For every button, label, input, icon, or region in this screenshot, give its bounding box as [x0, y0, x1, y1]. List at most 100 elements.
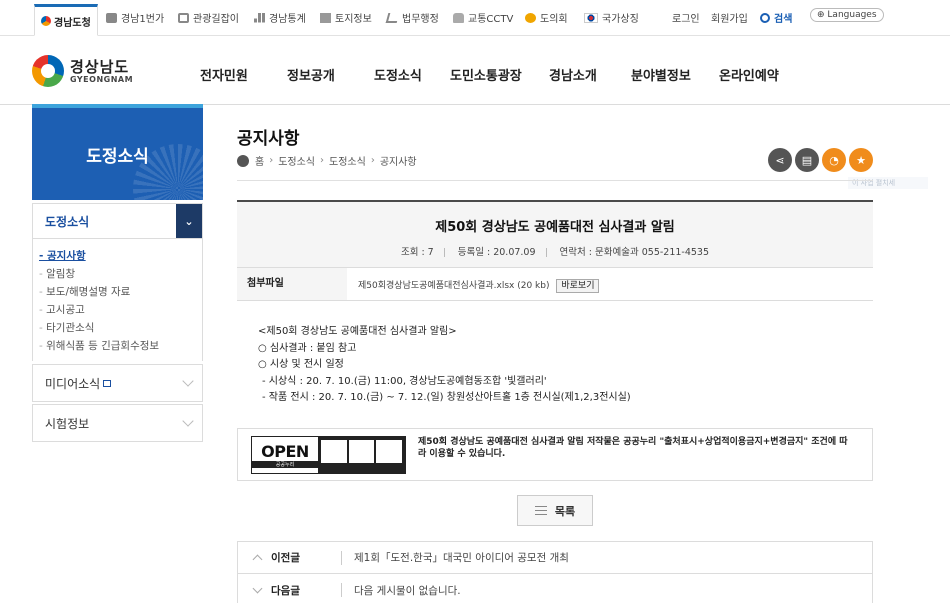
sidebar-item-press[interactable]: 보도/해명설명 자료 [39, 283, 202, 301]
bar-chart-icon [254, 12, 265, 23]
breadcrumb-level-1[interactable]: 도정소식 [278, 153, 315, 168]
attachment-row: 첨부파일 제50회경상남도공예품대전심사결과.xlsx (20 kb) 바로보기 [237, 268, 873, 301]
sidebar-item-alerts[interactable]: 알림창 [39, 265, 202, 283]
car-icon [453, 12, 464, 23]
body-line: - 시상식 : 20. 7. 10.(금) 11:00, 경상남도공예협동조합 … [262, 375, 547, 387]
home-icon[interactable] [237, 154, 249, 167]
prev-label: 이전글 [271, 552, 300, 564]
chevron-double-down-icon[interactable]: ⌄ [176, 204, 202, 238]
license-text: 제50회 경상남도 공예품대전 심사결과 알림 저작물은 공공누리 "출처표시+… [418, 437, 848, 459]
main-navigation: 경상남도 GYEONGNAM 전자민원 정보공개 도정소식 도민소통광장 경남소… [0, 37, 950, 105]
post-date: 등록일 : 20.07.09 [457, 247, 536, 258]
languages-button[interactable]: ⊕ Languages [810, 8, 884, 22]
chevron-down-icon [182, 415, 194, 427]
chevron-up-icon [252, 554, 263, 565]
list-button[interactable]: 목록 [517, 495, 593, 526]
sidebar-title: 도정소식 [86, 147, 149, 167]
logo-english: GYEONGNAM [70, 74, 134, 84]
prev-post-link[interactable]: 제1회「도전.한국」대국민 아이디어 공모전 개최 [354, 550, 569, 565]
menu-field-info[interactable]: 분야별정보 [631, 65, 691, 84]
search-icon [760, 12, 770, 23]
favorite-button[interactable]: ★ [849, 148, 873, 172]
rss-button[interactable]: ◔ [822, 148, 846, 172]
open-license-badge: OPEN 공공누리 [251, 436, 406, 474]
menu-citizen-plaza[interactable]: 도민소통광장 [450, 65, 522, 84]
globe-icon: ⊕ [817, 10, 825, 20]
link-gyeongnam-1st[interactable]: 경남1번가 [106, 10, 164, 25]
post-header: 제50회 경상남도 공예품대전 심사결과 알림 조회 : 7 등록일 : 20.… [237, 200, 873, 268]
external-link-icon [103, 379, 112, 387]
attachment-label: 첨부파일 [237, 268, 347, 300]
land-icon [320, 12, 331, 23]
next-post-row: 다음글 다음 게시물이 없습니다. [237, 574, 873, 603]
print-icon: ▤ [801, 153, 813, 167]
sidebar-item-food-recall[interactable]: 위해식품 등 긴급회수정보 [39, 337, 202, 355]
attachment-file-link[interactable]: 제50회경상남도공예품대전심사결과.xlsx (20 kb) [358, 281, 549, 291]
scales-icon [385, 12, 400, 23]
sidebar-submenu: 공지사항 알림창 보도/해명설명 자료 고시공고 타기관소식 위해식품 등 긴급… [32, 239, 203, 361]
menu-info-disclosure[interactable]: 정보공개 [287, 65, 335, 84]
camera-icon [178, 12, 189, 23]
chevron-down-icon [252, 583, 263, 593]
sidebar-item-media[interactable]: 미디어소식 [32, 364, 203, 402]
menu-province-news[interactable]: 도정소식 [374, 65, 422, 84]
logo-korean: 경상남도 [70, 57, 130, 76]
sidebar-item-other-agency[interactable]: 타기관소식 [39, 319, 202, 337]
noncommercial-icon [348, 440, 375, 463]
gyeongnam-logo-icon [41, 16, 51, 26]
no-derivatives-icon [376, 440, 403, 463]
post-body: <제50회 경상남도 공예품대전 심사결과 알림> ○ 심사결과 : 붙임 참고… [258, 324, 631, 407]
tab-gyeongnam-office[interactable]: 경남도청 [34, 4, 98, 36]
attribution-icon [321, 440, 347, 463]
breadcrumb-level-2[interactable]: 도정소식 [329, 153, 366, 168]
link-tour-guide[interactable]: 관광길잡이 [178, 10, 239, 25]
body-line: ○ 심사결과 : 붙임 참고 [258, 342, 357, 354]
join-link[interactable]: 회원가입 [711, 10, 748, 25]
share-icon: ⋖ [775, 153, 785, 167]
post-title: 제50회 경상남도 공예품대전 심사결과 알림 [435, 220, 675, 235]
sidebar-item-exam[interactable]: 시험정보 [32, 404, 203, 442]
list-icon [534, 505, 547, 516]
breadcrumb-home[interactable]: 홈 [255, 153, 264, 168]
next-post-text: 다음 게시물이 없습니다. [354, 584, 461, 597]
sidebar-hero: 도정소식 [32, 104, 203, 200]
menu-about[interactable]: 경남소개 [549, 65, 597, 84]
share-button[interactable]: ⋖ [768, 148, 792, 172]
sidebar-item-notice[interactable]: 공지사항 [39, 247, 202, 265]
login-link[interactable]: 로그인 [672, 10, 700, 25]
divider [237, 180, 873, 181]
thumbs-up-icon [106, 12, 117, 23]
link-council[interactable]: 도의회 [525, 10, 568, 25]
search-button[interactable]: 검색 [760, 10, 792, 25]
menu-online-booking[interactable]: 온라인예약 [719, 65, 779, 84]
body-line: <제50회 경상남도 공예품대전 심사결과 알림> [258, 326, 457, 337]
body-line: - 작품 전시 : 20. 7. 10.(금) ~ 7. 12.(일) 창원성산… [262, 392, 631, 403]
link-statistics[interactable]: 경남통계 [254, 10, 306, 25]
sidebar-section-province-news[interactable]: 도정소식 ⌄ [32, 203, 203, 239]
chevron-down-icon [182, 375, 194, 387]
body-line: ○ 시상 및 전시 일정 [258, 359, 344, 370]
council-emblem-icon [525, 12, 536, 23]
license-box: OPEN 공공누리 제50회 경상남도 공예품대전 심사결과 알림 저작물은 공공… [237, 428, 873, 481]
star-icon: ★ [856, 153, 866, 167]
breadcrumb: 홈 › 도정소식 › 도정소식 › 공지사항 [237, 153, 417, 168]
page-title: 공지사항 [237, 129, 300, 149]
link-national-symbol[interactable]: 국가상징 [584, 10, 639, 25]
tooltip: 이 사업 펼치세 [848, 177, 928, 189]
breadcrumb-current[interactable]: 공지사항 [380, 153, 417, 168]
site-logo[interactable]: 경상남도 GYEONGNAM [32, 55, 133, 87]
view-count: 조회 : 7 [400, 247, 434, 258]
prev-post-row[interactable]: 이전글 제1회「도전.한국」대국민 아이디어 공모전 개최 [237, 541, 873, 574]
korean-flag-icon [584, 12, 598, 23]
utility-bar: 경남도청 경남1번가 관광길잡이 경남통계 토지정보 법무행정 교통CCTV 도… [0, 0, 950, 36]
post-contact: 연락처 : 문화예술과 055-211-4535 [559, 247, 710, 258]
link-land-info[interactable]: 토지정보 [320, 10, 372, 25]
print-button[interactable]: ▤ [795, 148, 819, 172]
sidebar-item-public-notice[interactable]: 고시공고 [39, 301, 202, 319]
gyeongnam-emblem-icon [32, 55, 64, 87]
menu-e-civil[interactable]: 전자민원 [200, 65, 248, 84]
preview-button[interactable]: 바로보기 [556, 279, 600, 293]
post-meta: 조회 : 7 등록일 : 20.07.09 연락처 : 문화예술과 055-21… [237, 244, 873, 258]
link-traffic-cctv[interactable]: 교통CCTV [453, 10, 513, 25]
link-legal-admin[interactable]: 법무행정 [385, 10, 439, 25]
